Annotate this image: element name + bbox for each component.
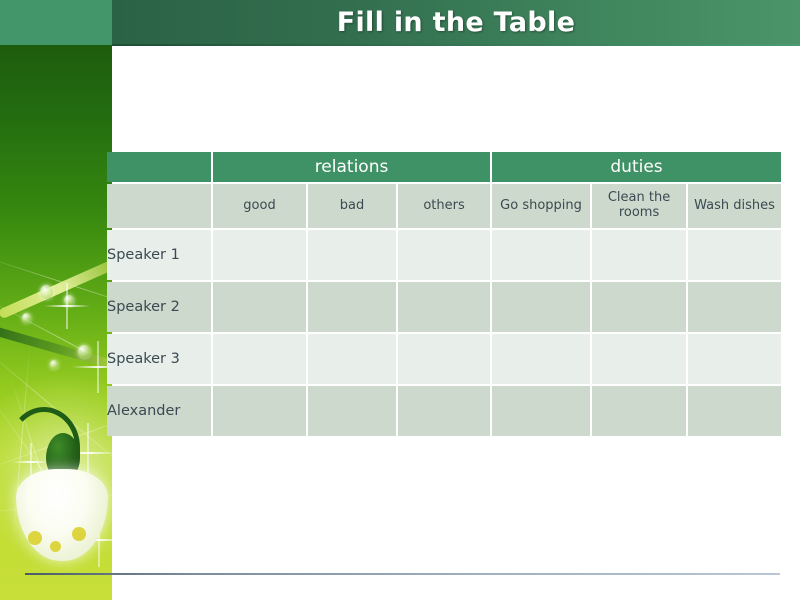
table-group-header-row: relations duties bbox=[107, 152, 782, 182]
petal-marking bbox=[72, 527, 86, 541]
petal-marking bbox=[50, 541, 61, 552]
cell-speaker-2-go-shopping[interactable] bbox=[492, 282, 591, 332]
column-header-good: good bbox=[213, 184, 306, 228]
cell-speaker-1-wash-dishes[interactable] bbox=[688, 230, 782, 280]
column-header-wash-dishes: Wash dishes bbox=[688, 184, 782, 228]
cell-speaker-1-others[interactable] bbox=[398, 230, 491, 280]
water-droplet bbox=[22, 313, 31, 323]
decorative-side-image bbox=[0, 45, 112, 600]
fill-in-table: relations duties good bad others Go shop… bbox=[105, 150, 783, 438]
water-droplet bbox=[64, 295, 74, 306]
cell-speaker-1-good[interactable] bbox=[213, 230, 306, 280]
column-header-bad: bad bbox=[308, 184, 396, 228]
cell-speaker-3-others[interactable] bbox=[398, 334, 491, 384]
cell-speaker-1-go-shopping[interactable] bbox=[492, 230, 591, 280]
group-header-duties: duties bbox=[492, 152, 782, 182]
table-row: Speaker 1 bbox=[107, 230, 782, 280]
cell-speaker-3-good[interactable] bbox=[213, 334, 306, 384]
cell-speaker-2-clean-the-rooms[interactable] bbox=[592, 282, 687, 332]
table-row: Speaker 2 bbox=[107, 282, 782, 332]
cell-speaker-1-bad[interactable] bbox=[308, 230, 396, 280]
cell-alexander-bad[interactable] bbox=[308, 386, 396, 436]
cell-alexander-wash-dishes[interactable] bbox=[688, 386, 782, 436]
water-droplet bbox=[78, 345, 90, 358]
column-header-blank bbox=[107, 184, 211, 228]
page-title: Fill in the Table bbox=[336, 7, 576, 38]
water-droplet bbox=[40, 285, 53, 299]
cell-speaker-2-good[interactable] bbox=[213, 282, 306, 332]
leaf-blade-upper bbox=[0, 256, 112, 320]
group-header-relations: relations bbox=[213, 152, 491, 182]
row-label-speaker-1: Speaker 1 bbox=[107, 230, 211, 280]
column-header-go-shopping: Go shopping bbox=[492, 184, 591, 228]
petal-marking bbox=[28, 531, 42, 545]
cell-speaker-2-bad[interactable] bbox=[308, 282, 396, 332]
fill-in-table-container: relations duties good bad others Go shop… bbox=[105, 150, 783, 439]
row-label-alexander: Alexander bbox=[107, 386, 211, 436]
bottom-divider-rule bbox=[25, 573, 780, 575]
column-header-others: others bbox=[398, 184, 491, 228]
table-row: Alexander bbox=[107, 386, 782, 436]
cell-alexander-go-shopping[interactable] bbox=[492, 386, 591, 436]
cell-alexander-clean-the-rooms[interactable] bbox=[592, 386, 687, 436]
column-header-clean-the-rooms: Clean the rooms bbox=[592, 184, 687, 228]
cell-speaker-1-clean-the-rooms[interactable] bbox=[592, 230, 687, 280]
slide-canvas: Fill in the Table relations duties good … bbox=[0, 0, 800, 600]
cell-speaker-3-clean-the-rooms[interactable] bbox=[592, 334, 687, 384]
water-droplet bbox=[50, 360, 58, 369]
group-header-corner bbox=[107, 152, 211, 182]
cell-speaker-3-wash-dishes[interactable] bbox=[688, 334, 782, 384]
table-column-header-row: good bad others Go shopping Clean the ro… bbox=[107, 184, 782, 228]
row-label-speaker-2: Speaker 2 bbox=[107, 282, 211, 332]
cell-alexander-others[interactable] bbox=[398, 386, 491, 436]
corner-accent-block bbox=[0, 0, 112, 45]
cell-speaker-2-others[interactable] bbox=[398, 282, 491, 332]
row-label-speaker-3: Speaker 3 bbox=[107, 334, 211, 384]
table-row: Speaker 3 bbox=[107, 334, 782, 384]
cell-alexander-good[interactable] bbox=[213, 386, 306, 436]
cell-speaker-2-wash-dishes[interactable] bbox=[688, 282, 782, 332]
cell-speaker-3-bad[interactable] bbox=[308, 334, 396, 384]
cell-speaker-3-go-shopping[interactable] bbox=[492, 334, 591, 384]
